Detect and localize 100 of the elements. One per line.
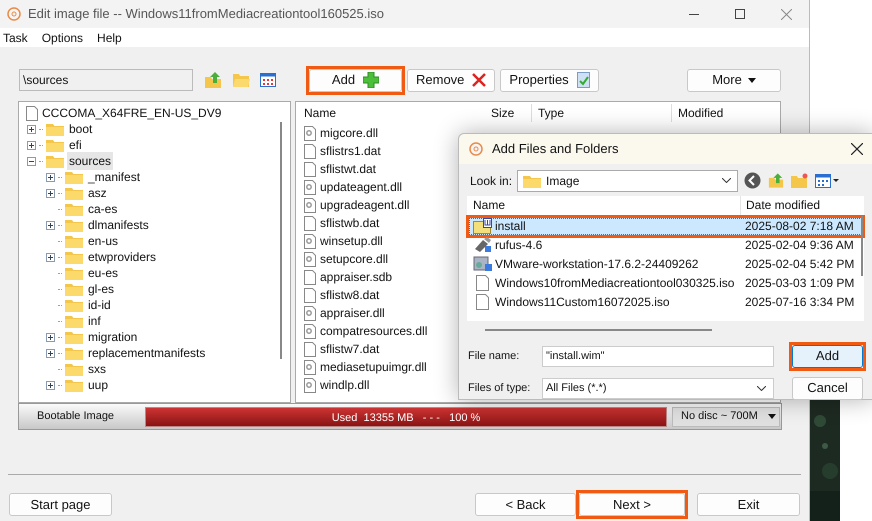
file-name[interactable]: sflistrs1.dat	[320, 142, 381, 160]
tree-item[interactable]: inf	[86, 312, 103, 330]
file-name[interactable]: migcore.dll	[320, 124, 378, 142]
window-title: Edit image file -- Windows11fromMediacreationtool160525.iso	[28, 5, 384, 24]
expand-toggle[interactable]	[27, 124, 36, 134]
menu-item[interactable]: Options	[42, 28, 84, 46]
column-header[interactable]: Size	[436, 104, 531, 122]
file-name[interactable]: sflistw7.dat	[320, 340, 380, 358]
file-row[interactable]: VMware-workstation-17.6.2-24409262 2025-02-04 5:42 PM	[469, 256, 862, 273]
vertical-scrollbar[interactable]	[861, 216, 863, 276]
file-row[interactable]: Windows10fromMediacreationtool030325.iso 2025-03-03 1:09 PM	[469, 274, 862, 292]
collapse-toggle[interactable]	[27, 156, 36, 166]
tree-item[interactable]: etwproviders	[86, 248, 158, 266]
file-name[interactable]: sflistwt.dat	[320, 160, 376, 178]
tree-item[interactable]: ca-es	[86, 200, 120, 218]
view-menu-icon[interactable]	[815, 174, 840, 188]
view-grid-icon[interactable]	[260, 73, 276, 87]
look-in-dropdown[interactable]: Image	[517, 170, 738, 192]
tree-item[interactable]: sources	[67, 152, 114, 170]
folder-icon	[65, 250, 83, 264]
tree-item[interactable]: efi	[67, 136, 84, 154]
add-button[interactable]: Add	[792, 344, 863, 368]
back-button[interactable]: < Back	[475, 493, 576, 516]
toolbar-button[interactable]: Properties	[500, 68, 599, 92]
scrollbar[interactable]	[280, 122, 282, 359]
file-name[interactable]: winsetup.dll	[320, 232, 383, 250]
disc-size-dropdown[interactable]: No disc ~ 700M	[672, 406, 780, 426]
tree-item[interactable]: eu-es	[86, 264, 120, 282]
file-name-field[interactable]: "install.wim"	[542, 346, 774, 367]
column-header[interactable]: Modified	[671, 104, 764, 122]
file-row[interactable]: Windows11Custom16072025.iso 2025-07-16 3:34 PM	[469, 294, 862, 311]
file-name: Windows11Custom16072025.iso	[495, 294, 670, 312]
date-modified: 2025-07-16 3:34 PM	[744, 294, 854, 312]
column-header[interactable]: Name	[296, 104, 436, 122]
disc-icon	[7, 7, 21, 21]
file-row[interactable]: rufus-4.6 2025-02-04 9:36 AM	[469, 236, 862, 254]
tree-item[interactable]: dlmanifests	[86, 216, 151, 234]
expand-toggle[interactable]	[46, 172, 55, 182]
usage-text: Used 13355 MB - - - 100 %	[330, 410, 482, 426]
file-icon	[304, 270, 316, 284]
file-name[interactable]: upgradeagent.dll	[320, 196, 410, 214]
expand-toggle[interactable]	[46, 332, 55, 342]
path-field[interactable]: \sources	[19, 69, 193, 91]
tree-item[interactable]: migration	[86, 328, 140, 346]
column-header[interactable]: Name	[467, 196, 740, 216]
gear-file-icon	[304, 360, 316, 374]
gear-file-icon	[304, 324, 316, 338]
expand-toggle[interactable]	[46, 220, 55, 230]
gear-file-icon	[304, 378, 316, 392]
file-name[interactable]: setupcore.dll	[320, 250, 388, 268]
folder-icon	[46, 154, 64, 168]
tree-item[interactable]: id-id	[86, 296, 113, 314]
toolbar-button[interactable]: Add	[309, 68, 402, 92]
tree-item[interactable]: boot	[67, 120, 94, 138]
folder-icon	[65, 330, 83, 344]
file-name[interactable]: windlp.dll	[320, 376, 370, 394]
file-row[interactable]: install 2025-08-02 7:18 AM	[469, 218, 862, 235]
new-folder-icon[interactable]	[791, 173, 808, 188]
tree-item[interactable]: _manifest	[86, 168, 142, 186]
file-name[interactable]: appraiser.sdb	[320, 268, 392, 286]
tree-item[interactable]: en-us	[86, 232, 120, 250]
tree-item[interactable]: replacementmanifests	[86, 344, 208, 362]
file-type-dropdown[interactable]: All Files (*.*)	[542, 378, 774, 399]
menu-item[interactable]: Help	[97, 28, 122, 46]
gear-file-icon	[304, 126, 316, 140]
file-name[interactable]: sflistw8.dat	[320, 286, 380, 304]
file-name: rufus-4.6	[495, 237, 542, 254]
cancel-button[interactable]: Cancel	[792, 376, 863, 400]
folder-icon	[65, 234, 83, 248]
expand-toggle[interactable]	[46, 380, 55, 390]
expand-toggle[interactable]	[27, 140, 36, 150]
tree-item[interactable]: sxs	[86, 360, 108, 378]
file-icon	[304, 342, 316, 356]
next-button[interactable]: Next >	[579, 493, 685, 516]
start-page-button[interactable]: Start page	[9, 493, 112, 516]
file-name[interactable]: compatresources.dll	[320, 322, 428, 340]
plus-icon	[363, 72, 380, 88]
file-name[interactable]: sflistwb.dat	[320, 214, 380, 232]
look-in-label: Look in:	[470, 172, 512, 190]
close-icon[interactable]	[851, 143, 863, 156]
tree-item[interactable]: gl-es	[86, 280, 116, 298]
menu-item[interactable]: Task	[3, 28, 28, 46]
file-name[interactable]: appraiser.dll	[320, 304, 385, 322]
expand-toggle[interactable]	[46, 348, 55, 358]
expand-toggle[interactable]	[46, 188, 55, 198]
file-name[interactable]: mediasetupuimgr.dll	[320, 358, 427, 376]
more-button[interactable]: More	[687, 68, 781, 92]
tree-item[interactable]: asz	[86, 184, 109, 202]
expand-toggle[interactable]	[46, 252, 55, 262]
horizontal-scrollbar[interactable]	[485, 329, 712, 332]
tree-item[interactable]: uup	[86, 376, 110, 394]
tree-root[interactable]: CCCOMA_X64FRE_EN-US_DV9	[42, 104, 222, 122]
toolbar-button[interactable]: Remove	[407, 68, 496, 92]
archive-file-icon	[473, 218, 493, 234]
file-name[interactable]: updateagent.dll	[320, 178, 402, 196]
file-name: install	[495, 218, 526, 236]
folder-icon	[65, 298, 83, 312]
column-header[interactable]: Date modified	[740, 196, 820, 216]
exit-button[interactable]: Exit	[697, 493, 800, 516]
column-header[interactable]: Type	[531, 104, 671, 122]
